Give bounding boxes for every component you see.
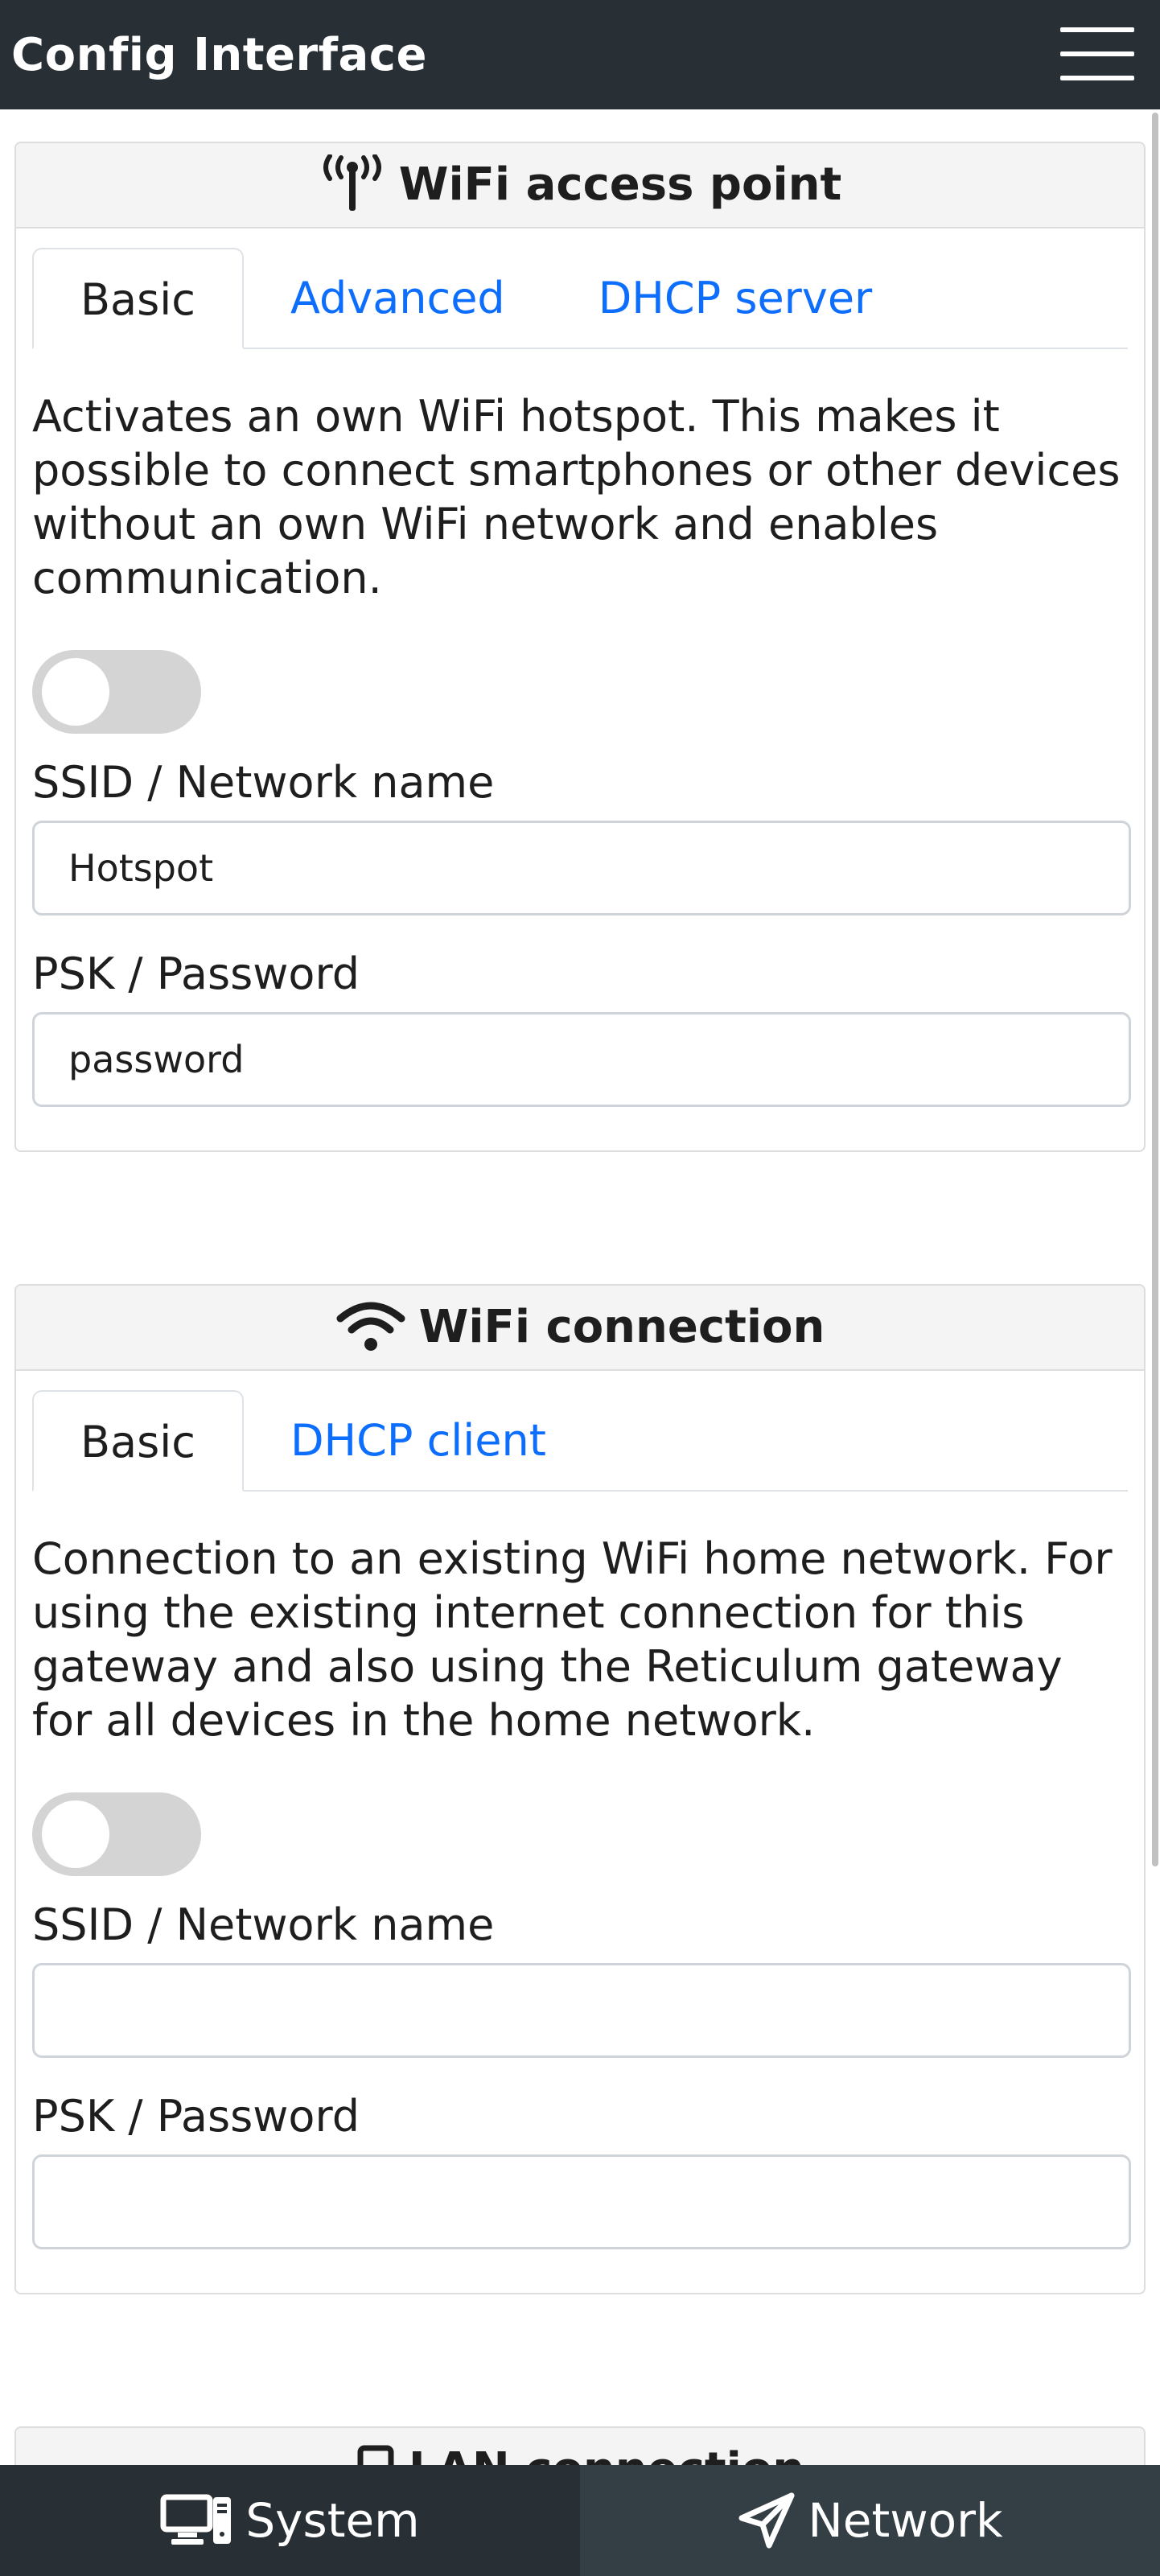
description-text: Activates an own WiFi hotspot. This make… <box>32 391 1121 603</box>
wifi-connection-card: WiFi connection Basic DHCP client Connec… <box>14 1284 1146 2294</box>
tab-dhcp-server[interactable]: DHCP server <box>552 248 919 349</box>
enable-toggle[interactable] <box>32 650 201 734</box>
enable-toggle[interactable] <box>32 1792 201 1876</box>
tab-advanced[interactable]: Advanced <box>244 248 552 349</box>
nav-system-label: System <box>245 2493 420 2548</box>
bottom-navigation: System Network <box>0 2465 1160 2576</box>
antenna-broadcast-icon <box>319 154 386 216</box>
tab-bar: Basic DHCP client <box>32 1387 1128 1492</box>
card-header: WiFi connection <box>16 1286 1144 1371</box>
card-title: WiFi access point <box>398 158 842 211</box>
card-title: WiFi connection <box>418 1301 825 1353</box>
tab-dhcp-client[interactable]: DHCP client <box>244 1390 593 1492</box>
hamburger-menu-icon[interactable] <box>1060 27 1134 80</box>
app-title: Config Interface <box>11 29 427 81</box>
toggle-knob <box>42 658 109 726</box>
top-bar: Config Interface <box>0 0 1160 109</box>
nav-network-label: Network <box>808 2493 1003 2548</box>
psk-label: PSK / Password <box>32 949 360 999</box>
tab-basic[interactable]: Basic <box>32 248 244 349</box>
tab-basic[interactable]: Basic <box>32 1390 244 1492</box>
wifi-icon <box>335 1299 406 1356</box>
ssid-input[interactable] <box>32 821 1131 916</box>
card-header: WiFi access point <box>16 143 1144 228</box>
desktop-computer-icon <box>160 2494 232 2545</box>
ssid-input[interactable] <box>32 1963 1131 2058</box>
psk-input[interactable] <box>32 2154 1131 2249</box>
paper-plane-icon <box>738 2492 795 2549</box>
psk-input[interactable] <box>32 1012 1131 1107</box>
ssid-label: SSID / Network name <box>32 757 495 808</box>
psk-label: PSK / Password <box>32 2091 360 2142</box>
nav-network[interactable]: Network <box>580 2465 1160 2576</box>
card-body: Basic DHCP client Connection to an exist… <box>16 1371 1144 2293</box>
wifi-access-point-card: WiFi access point Basic Advanced DHCP se… <box>14 142 1146 1152</box>
ssid-label: SSID / Network name <box>32 1899 495 1950</box>
description-text: Connection to an existing WiFi home netw… <box>32 1533 1113 1746</box>
toggle-knob <box>42 1800 109 1868</box>
card-body: Basic Advanced DHCP server Activates an … <box>16 228 1144 1150</box>
nav-system[interactable]: System <box>0 2465 580 2576</box>
scrollbar-thumb[interactable] <box>1152 113 1158 1866</box>
tab-bar: Basic Advanced DHCP server <box>32 245 1128 349</box>
